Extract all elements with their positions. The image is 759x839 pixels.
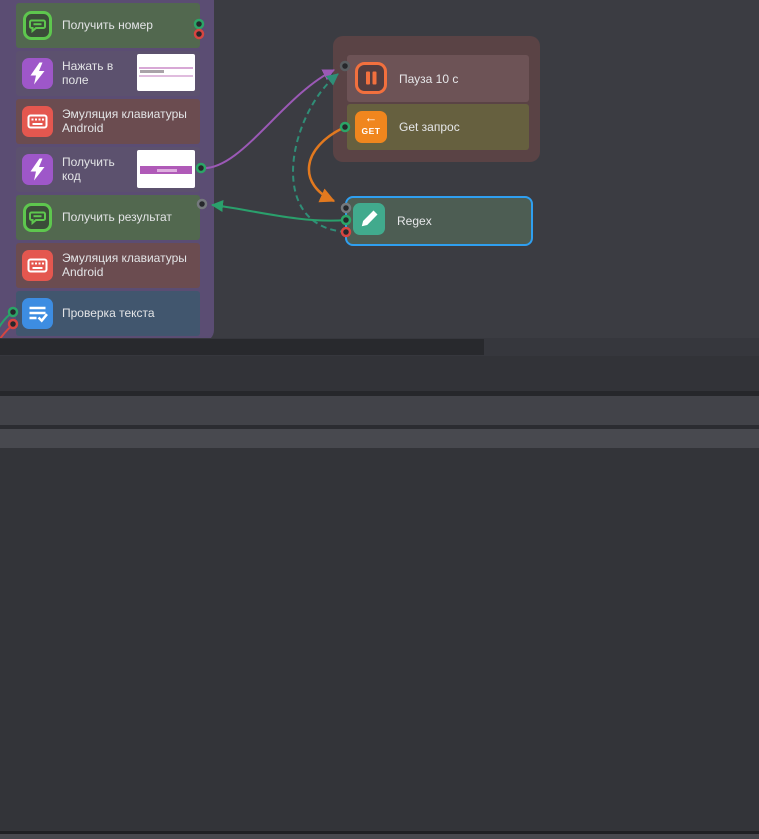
node-check-text[interactable]: Проверка текста bbox=[16, 291, 200, 336]
element-screenshot-thumbnail bbox=[137, 54, 195, 91]
get-request-icon: ← GET bbox=[355, 110, 387, 143]
node-label: Пауза 10 с bbox=[399, 71, 459, 86]
node-emulate-keyboard[interactable]: Эмуляция клавиатуры Android bbox=[16, 243, 200, 288]
node-label: Получить код bbox=[62, 154, 115, 183]
horizontal-scrollbar-thumb[interactable] bbox=[0, 339, 484, 355]
node-get-code[interactable]: Получить код bbox=[16, 147, 200, 192]
wire-getcode-to-pause bbox=[200, 69, 335, 170]
group-node[interactable]: Пауза 10 с ← GET Get запрос bbox=[333, 36, 540, 162]
wire-regex-to-getresult bbox=[211, 200, 347, 222]
status-bar bbox=[0, 834, 759, 839]
node-label: Нажать в поле bbox=[62, 58, 114, 87]
node-emulate-keyboard[interactable]: Эмуляция клавиатуры Android bbox=[16, 99, 200, 144]
chat-icon bbox=[23, 203, 52, 232]
checklist-icon bbox=[22, 298, 53, 329]
element-screenshot-thumbnail bbox=[137, 150, 195, 188]
panel-header-bar bbox=[0, 396, 759, 425]
pause-icon bbox=[355, 62, 387, 94]
properties-panel: {-Variable.smsStatus-} Regex Regex ОК ✓ … bbox=[0, 448, 759, 831]
spacer bbox=[0, 356, 759, 391]
node-label: Получить номер bbox=[62, 17, 153, 32]
node-get-request[interactable]: ← GET Get запрос bbox=[347, 104, 529, 150]
node-label: Проверка текста bbox=[62, 305, 155, 320]
node-label: Получить результат bbox=[62, 209, 172, 224]
node-label: Get запрос bbox=[399, 120, 460, 134]
node-label: Эмуляция клавиатуры Android bbox=[62, 250, 187, 279]
node-get-result[interactable]: Получить результат bbox=[16, 195, 200, 240]
left-arrow-glyph: ← bbox=[364, 110, 378, 125]
lightning-icon bbox=[22, 154, 53, 185]
app-window: Получить номер Нажать в поле Эмуляция кл… bbox=[0, 0, 759, 839]
chat-icon bbox=[23, 11, 52, 40]
lightning-icon bbox=[22, 58, 53, 89]
keyboard-icon bbox=[22, 250, 53, 281]
get-badge: GET bbox=[361, 126, 381, 136]
flowchart-canvas[interactable]: Получить номер Нажать в поле Эмуляция кл… bbox=[0, 0, 759, 338]
node-pause[interactable]: Пауза 10 с bbox=[347, 55, 529, 102]
node-label: Эмуляция клавиатуры Android bbox=[62, 106, 187, 135]
panel-subheader-bar bbox=[0, 429, 759, 448]
node-get-number[interactable]: Получить номер bbox=[16, 3, 200, 48]
node-label: Regex bbox=[397, 214, 432, 228]
keyboard-icon bbox=[22, 106, 53, 137]
node-regex-selected[interactable]: Regex bbox=[345, 196, 533, 246]
horizontal-scrollbar[interactable] bbox=[0, 338, 759, 356]
node-click-field[interactable]: Нажать в поле bbox=[16, 51, 200, 96]
pencil-icon bbox=[353, 203, 385, 235]
